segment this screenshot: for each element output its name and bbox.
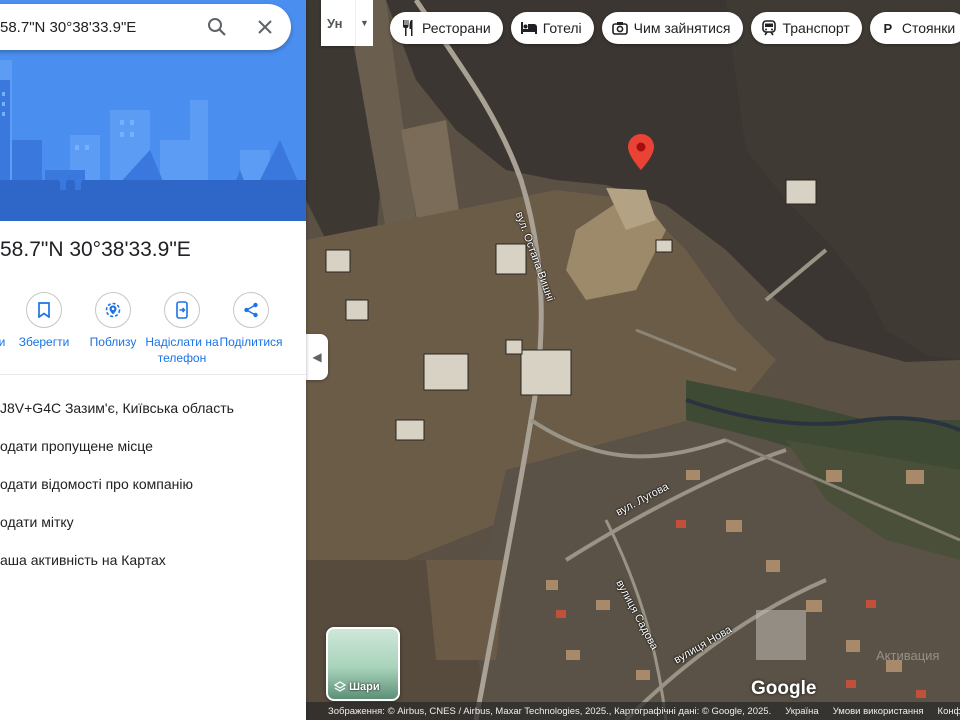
input-tools-label: Ун [327,15,343,31]
place-actions: и Зберегти Поблизу Надіслати на телефон [0,292,306,372]
plus-code-text: J8V+G4C Зазим'є, Київська область [0,400,234,416]
attribution-bar: Зображення: © Airbus, CNES / Airbus, Max… [306,702,960,720]
close-icon[interactable] [253,15,277,39]
parking-icon: P [883,20,893,36]
search-box[interactable]: 58.7"N 30°38'33.9"E [0,4,291,50]
chip-restaurants[interactable]: Ресторани [390,12,503,44]
category-chips: Ресторани Готелі Чим зайнятися Транспорт [390,12,960,44]
action-label: Надіслати на телефон [145,335,219,365]
maps-activity-text: аша активність на Картах [0,552,166,568]
chip-parking[interactable]: P Стоянки [869,12,960,44]
layers-label-wrap: Шари [334,681,380,693]
train-icon [761,20,777,36]
nearby-icon [95,292,131,328]
add-missing-place-text: одати пропущене місце [0,438,153,454]
action-send-to-phone[interactable]: Надіслати на телефон [145,292,219,366]
add-business-text: одати відомості про компанію [0,476,194,492]
layers-label: Шари [349,681,380,693]
action-nearby[interactable]: Поблизу [83,292,143,350]
layers-icon [334,681,346,692]
place-panel: 58.7"N 30°38'33.9"E 58.7"N 30°38'33.9"E … [0,0,306,720]
country-link[interactable]: Україна [785,706,819,717]
action-directions[interactable]: и [0,292,10,350]
chip-label: Транспорт [782,20,850,36]
chip-things-to-do[interactable]: Чим зайнятися [601,12,743,44]
imagery-attribution: Зображення: © Airbus, CNES / Airbus, Max… [328,705,772,717]
chip-label: Стоянки [901,20,956,36]
collapse-panel-button[interactable]: ◀ [306,334,328,380]
input-tools-button[interactable]: Ун ▼ [321,0,373,46]
chip-label: Ресторани [422,20,491,36]
chip-hotels[interactable]: Готелі [510,12,594,44]
camera-icon [611,20,628,36]
restaurant-icon [400,20,416,36]
satellite-map[interactable]: вул. Остапа Вишні вул. Лугова вулиця Сад… [306,0,960,720]
action-share[interactable]: Поділитися [216,292,286,350]
maps-app: вул. Остапа Вишні вул. Лугова вулиця Сад… [0,0,960,720]
location-pin-icon[interactable] [628,134,654,170]
privacy-link[interactable]: Конф [938,706,960,717]
action-save[interactable]: Зберегти [14,292,74,350]
share-icon [233,292,269,328]
chip-label: Готелі [542,20,582,36]
chip-label: Чим зайнятися [633,20,731,36]
search-icon[interactable] [205,15,229,39]
chip-transit[interactable]: Транспорт [750,12,862,44]
action-label: Зберегти [18,335,70,349]
chevron-left-icon: ◀ [312,350,322,364]
hotel-icon [520,20,537,36]
add-label-row[interactable]: одати мітку [0,514,74,530]
phone-icon [164,292,200,328]
chevron-down-icon[interactable]: ▼ [355,0,373,46]
action-label: и [0,335,6,349]
map-watermark: Активация [876,648,940,663]
add-label-text: одати мітку [0,514,74,530]
add-missing-place-row[interactable]: одати пропущене місце [0,438,153,454]
panel-divider [0,374,306,375]
terms-link[interactable]: Умови використання [833,706,924,717]
google-logo: Google [751,678,817,699]
add-business-row[interactable]: одати відомості про компанію [0,476,193,492]
bookmark-icon [26,292,62,328]
action-label: Поділитися [219,335,283,349]
maps-activity-row[interactable]: аша активність на Картах [0,552,166,568]
search-input[interactable]: 58.7"N 30°38'33.9"E [0,19,205,36]
plus-code-row[interactable]: J8V+G4C Зазим'є, Київська область [0,400,234,416]
place-title: 58.7"N 30°38'33.9"E [0,238,191,261]
action-label: Поблизу [89,335,137,349]
layers-button[interactable]: Шари [326,627,400,701]
